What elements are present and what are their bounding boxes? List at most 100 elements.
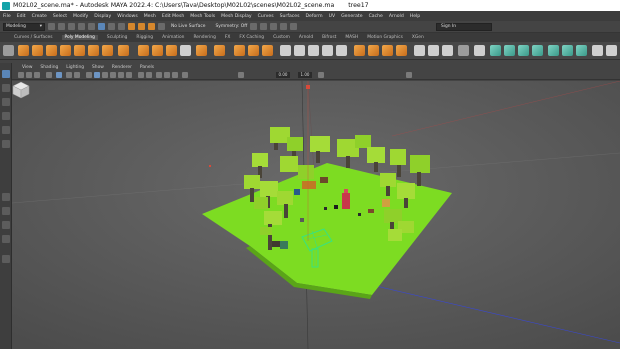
panel-menu-show[interactable]: Show: [92, 65, 104, 70]
shelf-settings-icon[interactable]: [3, 45, 14, 56]
tab-mash[interactable]: MASH: [345, 35, 358, 40]
connect-icon[interactable]: [382, 45, 393, 56]
harden-edge-icon[interactable]: [606, 45, 617, 56]
render-frame-icon[interactable]: [250, 23, 258, 30]
view-cube-icon[interactable]: [12, 81, 30, 99]
smooth-shade-icon[interactable]: [94, 72, 100, 78]
panel-menu-shading[interactable]: Shading: [40, 65, 58, 70]
viewport-search-icon[interactable]: [2, 255, 10, 263]
boolean-icon[interactable]: [248, 45, 259, 56]
menu-file[interactable]: File: [3, 14, 11, 19]
menu-create[interactable]: Create: [32, 14, 47, 19]
perspective-viewport[interactable]: [12, 81, 620, 349]
poly-cylinder-icon[interactable]: [46, 45, 57, 56]
menu-modify[interactable]: Modify: [73, 14, 88, 19]
select-by-component-icon[interactable]: [118, 23, 125, 30]
menu-deform[interactable]: Deform: [306, 14, 323, 19]
undo-icon[interactable]: [78, 23, 85, 30]
new-scene-icon[interactable]: [48, 23, 55, 30]
menu-uv[interactable]: UV: [329, 14, 336, 19]
automatic-uv-icon[interactable]: [532, 45, 543, 56]
cylindrical-uv-icon[interactable]: [504, 45, 515, 56]
exposure-field[interactable]: 0.00: [276, 72, 290, 78]
sweep-mesh-icon[interactable]: [152, 45, 163, 56]
tab-custom[interactable]: Custom: [273, 35, 290, 40]
snap-grid-icon[interactable]: [128, 23, 135, 30]
textured-icon[interactable]: [110, 72, 116, 78]
tab-rigging[interactable]: Rigging: [136, 35, 153, 40]
uv-editor-icon[interactable]: [548, 45, 559, 56]
bridge-icon[interactable]: [280, 45, 291, 56]
camera-select-icon[interactable]: [18, 72, 24, 78]
combine-icon[interactable]: [196, 45, 207, 56]
rotate-icon[interactable]: [2, 126, 10, 134]
panel-menu-panels[interactable]: Panels: [140, 65, 154, 70]
open-scene-icon[interactable]: [58, 23, 65, 30]
snap-point-icon[interactable]: [148, 23, 155, 30]
magnet-icon[interactable]: [158, 23, 165, 30]
shadows-icon[interactable]: [126, 72, 132, 78]
tab-arnold[interactable]: Arnold: [299, 35, 313, 40]
move-icon[interactable]: [2, 112, 10, 120]
unfold-uv-icon[interactable]: [562, 45, 573, 56]
two-pane-layout-icon[interactable]: [2, 221, 10, 229]
menu-edit[interactable]: Edit: [17, 14, 26, 19]
single-pane-layout-icon[interactable]: [2, 193, 10, 201]
mirror-icon[interactable]: [262, 45, 273, 56]
menu-windows[interactable]: Windows: [117, 14, 138, 19]
edge-loop-icon[interactable]: [414, 45, 425, 56]
resolution-gate-icon[interactable]: [74, 72, 80, 78]
xray-icon[interactable]: [146, 72, 152, 78]
layout-uv-icon[interactable]: [576, 45, 587, 56]
insert-edge-loop-icon[interactable]: [442, 45, 453, 56]
extrude-icon[interactable]: [294, 45, 305, 56]
menu-curves[interactable]: Curves: [258, 14, 274, 19]
use-lights-icon[interactable]: [118, 72, 124, 78]
poly-torus-icon[interactable]: [74, 45, 85, 56]
isolate-select-icon[interactable]: [138, 72, 144, 78]
select-by-hierarchy-icon[interactable]: [98, 23, 105, 30]
image-plane-icon[interactable]: [46, 72, 52, 78]
tab-curves-surfaces[interactable]: Curves / Surfaces: [14, 35, 53, 40]
panel-menu-renderer[interactable]: Renderer: [112, 65, 132, 70]
fill-hole-icon[interactable]: [336, 45, 347, 56]
bookmark-icon[interactable]: [34, 72, 40, 78]
grid-icon[interactable]: [56, 72, 62, 78]
camera-attributes-icon[interactable]: [26, 72, 32, 78]
poly-type-icon[interactable]: [166, 45, 177, 56]
menu-mesh[interactable]: Mesh: [144, 14, 156, 19]
tab-fx[interactable]: FX: [225, 35, 231, 40]
tab-animation[interactable]: Animation: [162, 35, 184, 40]
render-settings-icon[interactable]: [270, 23, 278, 30]
quad-draw-icon[interactable]: [396, 45, 407, 56]
target-weld-icon[interactable]: [368, 45, 379, 56]
gamma-icon[interactable]: [238, 72, 244, 78]
menu-display[interactable]: Display: [94, 14, 111, 19]
select-by-object-icon[interactable]: [108, 23, 115, 30]
separate-icon[interactable]: [214, 45, 225, 56]
lasso-icon[interactable]: [2, 84, 10, 92]
bevel-icon[interactable]: [308, 45, 319, 56]
collapse-icon[interactable]: [458, 45, 469, 56]
wireframe-on-shaded-icon[interactable]: [102, 72, 108, 78]
color-management-icon[interactable]: [318, 72, 324, 78]
poly-cube-icon[interactable]: [32, 45, 43, 56]
gamma-field[interactable]: 1.00: [298, 72, 312, 78]
poly-sphere-icon[interactable]: [18, 45, 29, 56]
smooth-icon[interactable]: [234, 45, 245, 56]
panel-menu-view[interactable]: View: [22, 65, 32, 70]
menu-generate[interactable]: Generate: [341, 14, 362, 19]
menu-surfaces[interactable]: Surfaces: [280, 14, 300, 19]
snap-curve-icon[interactable]: [138, 23, 145, 30]
paint-select-icon[interactable]: [2, 98, 10, 106]
sign-in-dropdown[interactable]: Sign In: [436, 23, 492, 31]
menu-mesh-display[interactable]: Mesh Display: [221, 14, 252, 19]
mode-dropdown[interactable]: Modeling ▾: [3, 22, 45, 31]
outliner-layout-icon[interactable]: [2, 235, 10, 243]
menu-mesh-tools[interactable]: Mesh Tools: [190, 14, 215, 19]
anti-aliasing-icon[interactable]: [164, 72, 170, 78]
poly-disc-icon[interactable]: [102, 45, 113, 56]
exposure-icon[interactable]: [182, 72, 188, 78]
soften-edge-icon[interactable]: [592, 45, 603, 56]
menu-cache[interactable]: Cache: [369, 14, 383, 19]
